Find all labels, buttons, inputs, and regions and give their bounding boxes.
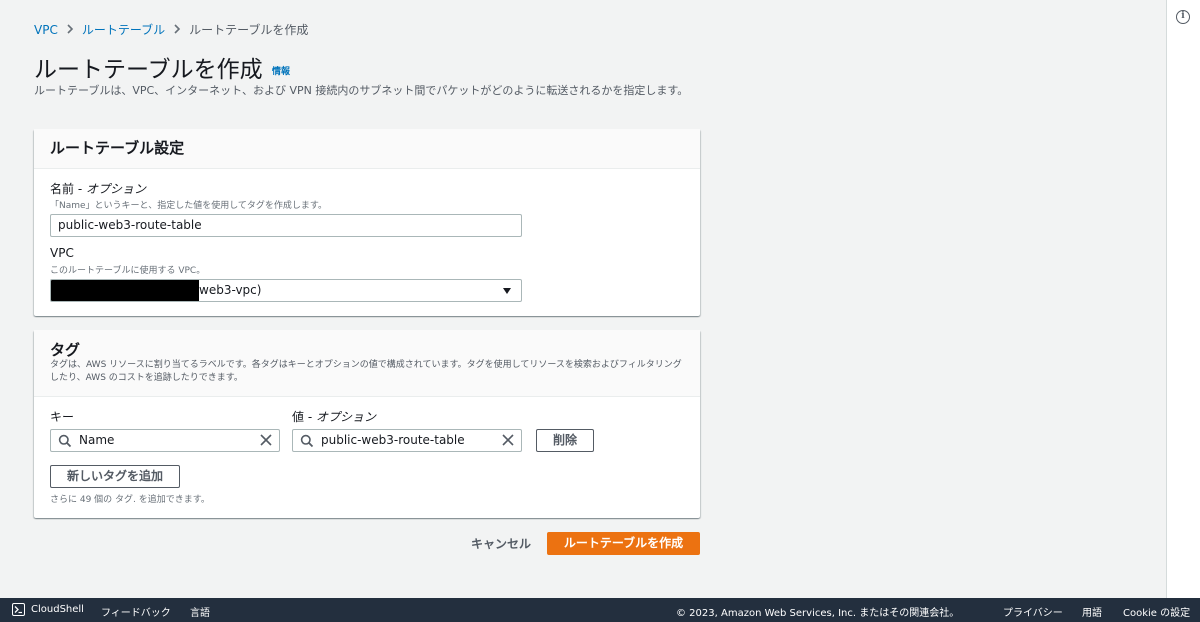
breadcrumb: VPC ルートテーブル ルートテーブルを作成	[34, 21, 308, 38]
vpc-hint: このルートテーブルに使用する VPC。	[50, 266, 206, 276]
tag-value-label: 値 - オプション	[292, 410, 376, 424]
tags-panel: タグ タグは、AWS リソースに割り当てるラベルです。各タグはキーとオプションの…	[34, 330, 700, 518]
copyright-text: © 2023, Amazon Web Services, Inc. またはその関…	[676, 608, 960, 619]
cancel-button[interactable]: キャンセル	[471, 535, 531, 552]
tag-key-input[interactable]: Name	[50, 429, 280, 452]
name-input[interactable]: public-web3-route-table	[50, 214, 522, 237]
create-route-table-button[interactable]: ルートテーブルを作成	[547, 532, 700, 555]
panel-header: ルートテーブル設定	[34, 129, 700, 169]
page-title: ルートテーブルを作成	[34, 57, 263, 83]
search-icon	[300, 434, 314, 448]
tag-key-label: キー	[50, 410, 75, 424]
vpc-label: VPC	[50, 246, 74, 260]
clear-icon[interactable]	[501, 433, 515, 447]
feedback-link[interactable]: フィードバック	[101, 604, 171, 619]
tag-key-value: Name	[79, 433, 115, 447]
vpc-select[interactable]: web3-vpc)	[50, 279, 522, 302]
right-tools-rail: i	[1166, 0, 1200, 598]
info-link[interactable]: 情報	[272, 64, 290, 77]
clear-icon[interactable]	[259, 433, 273, 447]
search-icon	[58, 434, 72, 448]
cookie-settings-link[interactable]: Cookie の設定	[1123, 604, 1190, 619]
language-link[interactable]: 言語	[190, 604, 210, 619]
page-description: ルートテーブルは、VPC、インターネット、および VPN 接続内のサブネット間で…	[34, 84, 689, 97]
remove-tag-button[interactable]: 削除	[536, 429, 594, 452]
panel-header: タグ タグは、AWS リソースに割り当てるラベルです。各タグはキーとオプションの…	[34, 330, 700, 397]
console-footer: CloudShell フィードバック 言語 © 2023, Amazon Web…	[0, 598, 1200, 622]
caret-down-icon	[503, 288, 511, 294]
panel-title: タグ	[50, 341, 81, 359]
privacy-link[interactable]: プライバシー	[1003, 604, 1063, 619]
breadcrumb-route-tables[interactable]: ルートテーブル	[82, 21, 165, 38]
terms-link[interactable]: 用語	[1082, 604, 1102, 619]
tags-description: タグは、AWS リソースに割り当てるラベルです。各タグはキーとオプションの値で構…	[50, 360, 682, 383]
breadcrumb-current: ルートテーブルを作成	[189, 23, 309, 37]
name-hint: 「Name」というキーと、指定した値を使用してタグを作成します。	[50, 201, 328, 211]
add-tag-button[interactable]: 新しいタグを追加	[50, 465, 180, 488]
cloudshell-link[interactable]: CloudShell	[31, 604, 84, 615]
remaining-tags-hint: さらに 49 個の タグ. を追加できます。	[50, 495, 210, 505]
chevron-right-icon	[173, 23, 181, 36]
vpc-select-value: web3-vpc)	[199, 283, 262, 297]
chevron-right-icon	[66, 23, 74, 36]
redacted-vpc-id	[51, 280, 199, 301]
tag-value-value: public-web3-route-table	[321, 433, 465, 447]
name-label: 名前 - オプション	[50, 182, 146, 196]
tag-value-input[interactable]: public-web3-route-table	[292, 429, 522, 452]
panel-title: ルートテーブル設定	[50, 139, 185, 157]
route-table-settings-panel: ルートテーブル設定 名前 - オプション 「Name」というキーと、指定した値を…	[34, 129, 700, 316]
cloudshell-icon[interactable]	[12, 603, 25, 616]
breadcrumb-vpc[interactable]: VPC	[34, 23, 58, 37]
info-icon[interactable]: i	[1176, 10, 1190, 24]
